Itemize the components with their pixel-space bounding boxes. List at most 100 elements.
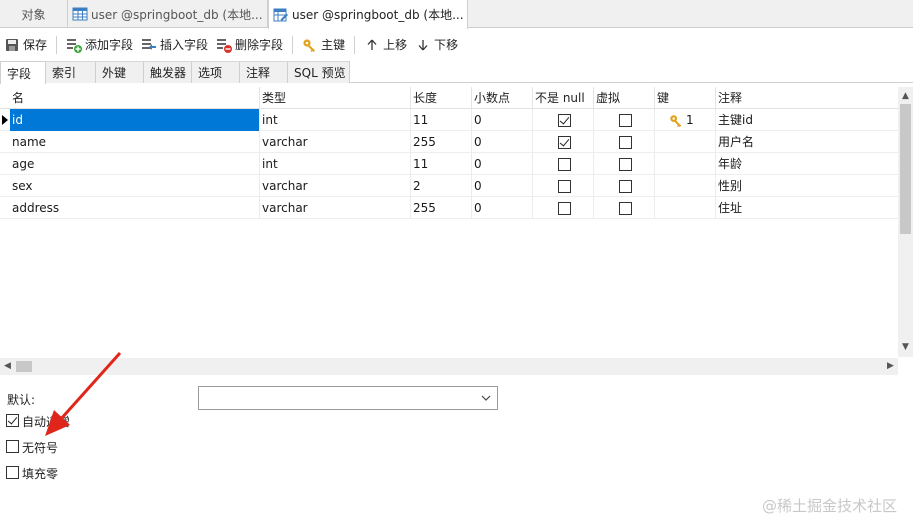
field-length-cell[interactable]: 2 bbox=[411, 175, 472, 197]
tab-foreign-keys[interactable]: 外键 bbox=[96, 61, 144, 83]
table-row[interactable]: address varchar 255 0 住址 bbox=[0, 197, 898, 219]
insert-field-button[interactable]: 插入字段 bbox=[137, 33, 212, 57]
virtual-cell[interactable] bbox=[594, 197, 655, 219]
tab-objects[interactable]: 对象 bbox=[0, 0, 68, 28]
virtual-checkbox[interactable] bbox=[619, 136, 632, 149]
field-decimals-cell[interactable]: 0 bbox=[472, 175, 533, 197]
virtual-checkbox[interactable] bbox=[619, 158, 632, 171]
primary-key-button[interactable]: 主键 bbox=[298, 33, 349, 57]
field-comment-cell[interactable]: 住址 bbox=[716, 197, 898, 219]
key-cell[interactable] bbox=[655, 197, 716, 219]
tab-user-table-design[interactable]: user @springboot_db (本地... bbox=[268, 0, 468, 29]
table-row[interactable]: name varchar 255 0 用户名 bbox=[0, 131, 898, 153]
not-null-checkbox[interactable] bbox=[558, 158, 571, 171]
toolbar-divider bbox=[292, 35, 294, 54]
row-indicator[interactable] bbox=[0, 197, 10, 219]
column-header-length[interactable]: 长度 bbox=[411, 87, 472, 109]
field-comment-cell[interactable]: 用户名 bbox=[716, 131, 898, 153]
move-down-button[interactable]: 下移 bbox=[411, 33, 462, 57]
field-type-cell[interactable]: int bbox=[260, 109, 411, 131]
grid-horizontal-scrollbar[interactable]: ◀ ▶ bbox=[0, 358, 898, 375]
field-decimals-cell[interactable]: 0 bbox=[472, 109, 533, 131]
not-null-cell[interactable] bbox=[533, 175, 594, 197]
not-null-cell[interactable] bbox=[533, 131, 594, 153]
virtual-checkbox[interactable] bbox=[619, 202, 632, 215]
virtual-cell[interactable] bbox=[594, 109, 655, 131]
not-null-cell[interactable] bbox=[533, 109, 594, 131]
virtual-cell[interactable] bbox=[594, 153, 655, 175]
key-cell[interactable] bbox=[655, 153, 716, 175]
field-decimals-cell[interactable]: 0 bbox=[472, 153, 533, 175]
grid-vertical-scrollbar[interactable]: ▲ ▼ bbox=[898, 87, 913, 357]
field-name-cell[interactable]: sex bbox=[10, 175, 260, 197]
row-indicator[interactable] bbox=[0, 109, 10, 131]
field-length-cell[interactable]: 255 bbox=[411, 131, 472, 153]
field-type-cell[interactable]: varchar bbox=[260, 131, 411, 153]
tab-options[interactable]: 选项 bbox=[192, 61, 240, 83]
field-name-cell[interactable]: address bbox=[10, 197, 260, 219]
save-button-label: 保存 bbox=[23, 38, 48, 52]
not-null-cell[interactable] bbox=[533, 197, 594, 219]
field-comment-cell[interactable]: 性别 bbox=[716, 175, 898, 197]
scroll-right-icon[interactable]: ▶ bbox=[883, 359, 898, 374]
row-indicator[interactable] bbox=[0, 175, 10, 197]
horizontal-scroll-thumb[interactable] bbox=[16, 361, 32, 372]
add-field-button[interactable]: 添加字段 bbox=[62, 33, 137, 57]
field-type-cell[interactable]: int bbox=[260, 153, 411, 175]
column-header-type[interactable]: 类型 bbox=[260, 87, 411, 109]
field-length-cell[interactable]: 255 bbox=[411, 197, 472, 219]
field-name-cell[interactable]: id bbox=[10, 109, 260, 131]
not-null-checkbox[interactable] bbox=[558, 180, 571, 193]
field-decimals-cell[interactable]: 0 bbox=[472, 131, 533, 153]
field-length-cell[interactable]: 11 bbox=[411, 109, 472, 131]
tab-sql-preview[interactable]: SQL 预览 bbox=[288, 61, 350, 83]
tab-comment[interactable]: 注释 bbox=[240, 61, 288, 83]
tab-triggers[interactable]: 触发器 bbox=[144, 61, 192, 83]
column-header-comment[interactable]: 注释 bbox=[716, 87, 898, 109]
virtual-checkbox[interactable] bbox=[619, 114, 632, 127]
scroll-down-icon[interactable]: ▼ bbox=[898, 340, 913, 355]
save-button[interactable]: 保存 bbox=[0, 33, 51, 57]
not-null-checkbox[interactable] bbox=[558, 136, 571, 149]
table-row[interactable]: id int 11 0 1 主键id bbox=[0, 109, 898, 131]
tab-user-table-data[interactable]: user @springboot_db (本地... bbox=[68, 0, 268, 28]
key-cell[interactable]: 1 bbox=[655, 109, 716, 131]
field-type-cell[interactable]: varchar bbox=[260, 197, 411, 219]
table-row[interactable]: age int 11 0 年龄 bbox=[0, 153, 898, 175]
key-cell[interactable] bbox=[655, 175, 716, 197]
vertical-scroll-thumb[interactable] bbox=[900, 104, 911, 234]
not-null-checkbox[interactable] bbox=[558, 202, 571, 215]
unsigned-checkbox[interactable] bbox=[6, 440, 19, 453]
column-header-virtual[interactable]: 虚拟 bbox=[594, 87, 655, 109]
move-up-button[interactable]: 上移 bbox=[360, 33, 411, 57]
field-length-cell[interactable]: 11 bbox=[411, 153, 472, 175]
scroll-up-icon[interactable]: ▲ bbox=[898, 89, 913, 104]
not-null-checkbox[interactable] bbox=[558, 114, 571, 127]
zerofill-checkbox[interactable] bbox=[6, 466, 19, 479]
column-header-decimals[interactable]: 小数点 bbox=[472, 87, 533, 109]
tab-fields[interactable]: 字段 bbox=[0, 61, 46, 84]
toolbar: 保存 添加字段 插入字段 删除字段 主键 上移 下移 bbox=[0, 29, 913, 60]
not-null-cell[interactable] bbox=[533, 153, 594, 175]
field-decimals-cell[interactable]: 0 bbox=[472, 197, 533, 219]
field-name-cell[interactable]: name bbox=[10, 131, 260, 153]
column-header-key[interactable]: 键 bbox=[655, 87, 716, 109]
auto-increment-checkbox[interactable] bbox=[6, 414, 19, 427]
tab-indexes[interactable]: 索引 bbox=[46, 61, 96, 83]
field-comment-cell[interactable]: 年龄 bbox=[716, 153, 898, 175]
row-indicator[interactable] bbox=[0, 153, 10, 175]
virtual-cell[interactable] bbox=[594, 175, 655, 197]
field-comment-cell[interactable]: 主键id bbox=[716, 109, 898, 131]
column-header-not-null[interactable]: 不是 null bbox=[533, 87, 594, 109]
column-header-name[interactable]: 名 bbox=[10, 87, 260, 109]
table-row[interactable]: sex varchar 2 0 性别 bbox=[0, 175, 898, 197]
default-value-select[interactable] bbox=[198, 386, 498, 410]
virtual-checkbox[interactable] bbox=[619, 180, 632, 193]
virtual-cell[interactable] bbox=[594, 131, 655, 153]
field-name-cell[interactable]: age bbox=[10, 153, 260, 175]
scroll-left-icon[interactable]: ◀ bbox=[0, 359, 15, 374]
delete-field-button[interactable]: 删除字段 bbox=[212, 33, 287, 57]
field-type-cell[interactable]: varchar bbox=[260, 175, 411, 197]
row-indicator[interactable] bbox=[0, 131, 10, 153]
key-cell[interactable] bbox=[655, 131, 716, 153]
